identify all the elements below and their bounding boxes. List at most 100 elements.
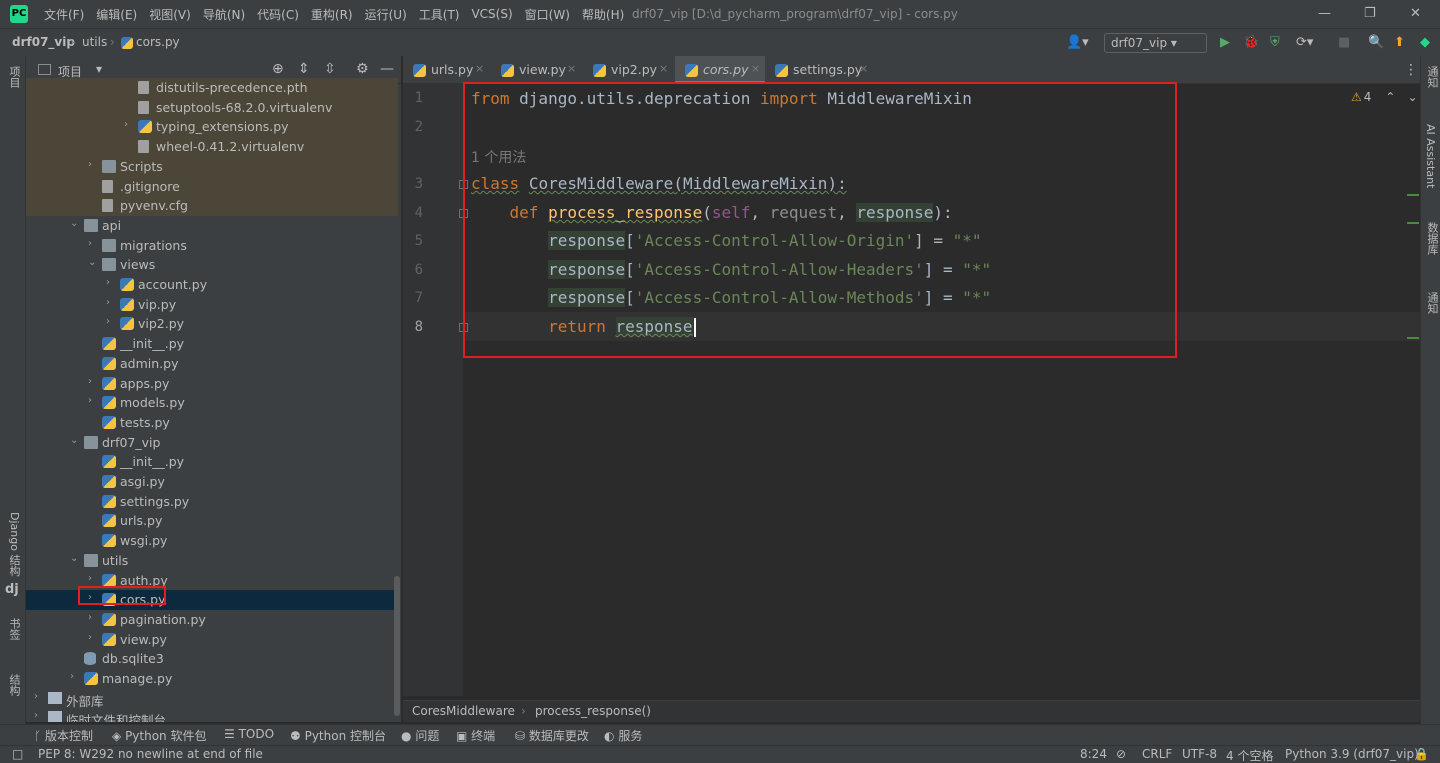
chevron-right-icon[interactable]: › [106,297,110,308]
breadcrumb-method[interactable]: process_response() [535,704,651,718]
nav-crumb-file[interactable]: cors.py [136,35,180,49]
chevron-right-icon[interactable]: › [106,277,110,288]
tree-node[interactable]: __init__.py [26,334,398,354]
update-icon[interactable]: ⬆ [1394,35,1405,50]
django-icon[interactable]: dj [5,582,19,597]
chevron-right-icon[interactable]: › [88,573,92,584]
tree-node[interactable]: › manage.py [26,669,398,689]
tree-node[interactable]: wsgi.py [26,531,398,551]
menu-refactor[interactable]: 重构(R) [311,6,353,23]
menu-help[interactable]: 帮助(H) [582,6,624,23]
run-config-select[interactable]: drf07_vip ▾ [1104,33,1207,53]
gear-icon[interactable]: ⚙ [356,61,369,77]
menu-file[interactable]: 文件(F) [44,6,84,23]
menu-window[interactable]: 窗口(W) [525,6,570,23]
error-stripe-mark[interactable] [1407,337,1419,339]
menu-tools[interactable]: 工具(T) [419,6,460,23]
notifications-tool-button[interactable]: 通知 [1424,292,1440,314]
tree-node[interactable]: __init__.py [26,452,398,472]
terminal-button[interactable]: ▣ 终端 [456,727,495,744]
collapse-all-icon[interactable]: ⇳ [324,61,336,77]
tab-urls[interactable]: urls.py × [403,56,489,84]
line-separator[interactable]: CRLF [1142,747,1172,761]
error-stripe-mark[interactable] [1407,194,1419,196]
tree-node[interactable]: pyvenv.cfg [26,196,398,217]
stop-icon[interactable]: ■ [1338,35,1350,50]
tree-node[interactable]: › 临时文件和控制台 [26,708,398,722]
tab-view[interactable]: view.py × [491,56,579,84]
minimize-button[interactable]: — [1318,6,1331,21]
close-tab-icon[interactable]: × [475,62,484,75]
lock-icon[interactable]: 🔒 [1414,747,1429,761]
python-packages-button[interactable]: ◈ Python 软件包 [112,727,206,744]
database-tool-button[interactable]: 数据库 [1424,222,1440,255]
close-tab-icon[interactable]: × [567,62,576,75]
chevron-right-icon[interactable]: › [70,671,74,682]
hide-panel-icon[interactable]: — [380,61,394,77]
locate-icon[interactable]: ⊕ [272,61,284,77]
chevron-down-icon[interactable]: ⌄ [70,435,78,446]
tree-node[interactable]: ⌄ api [26,216,398,236]
next-highlight-icon[interactable]: ⌄ [1407,90,1417,104]
tree-node[interactable]: › migrations [26,236,398,256]
tree-node[interactable]: › Scripts [26,156,398,177]
expand-all-icon[interactable]: ⇕ [298,61,310,77]
tree-node[interactable]: › vip.py [26,295,398,315]
breadcrumb-class[interactable]: CoresMiddleware [412,704,515,718]
tree-node[interactable]: setuptools-68.2.0.virtualenv [26,97,398,118]
menu-edit[interactable]: 编辑(E) [96,6,137,23]
chevron-right-icon[interactable]: › [124,119,128,130]
nav-crumb-project[interactable]: drf07_vip [12,35,75,49]
version-control-button[interactable]: ᚴ 版本控制 [34,727,93,744]
chevron-down-icon[interactable]: ⌄ [70,553,78,564]
chevron-down-icon[interactable]: ⌄ [70,218,78,229]
jetbrains-icon[interactable]: ◆ [1420,35,1430,50]
menu-navigate[interactable]: 导航(N) [203,6,245,23]
inspection-widget[interactable]: ⚠ 4 ⌃ ⌄ [1351,90,1418,104]
chevron-down-icon[interactable]: ⌄ [88,257,96,268]
tab-vip2[interactable]: vip2.py × [583,56,671,84]
problems-button[interactable]: ● 问题 [401,727,439,744]
chevron-right-icon[interactable]: › [88,395,92,406]
file-encoding[interactable]: UTF-8 [1182,747,1217,761]
tree-node[interactable]: ⌄ utils [26,551,398,571]
close-window-button[interactable]: ✕ [1410,6,1421,21]
chevron-right-icon[interactable]: › [34,691,38,702]
tree-node[interactable]: › typing_extensions.py [26,117,398,138]
notifications-top-button[interactable]: 通知 [1424,66,1440,88]
tree-node[interactable]: tests.py [26,413,398,433]
tree-node[interactable]: › apps.py [26,374,398,394]
tree-node[interactable]: urls.py [26,511,398,531]
services-button[interactable]: ◐ 服务 [604,727,642,744]
tree-node[interactable]: admin.py [26,354,398,374]
tab-settings[interactable]: settings.py × [765,56,875,84]
code-editor[interactable]: 1 2 3 4 5 6 7 8 from django.utils.deprec… [403,82,1420,696]
bookmarks-tool-button[interactable]: 书签 [6,618,22,640]
tree-node[interactable]: ⌄ views [26,255,398,275]
django-structure-tool-button[interactable]: Django 结构 [6,512,22,576]
search-icon[interactable]: 🔍 [1368,35,1384,50]
chevron-right-icon[interactable]: › [88,632,92,643]
menu-run[interactable]: 运行(U) [365,6,407,23]
tree-node[interactable]: settings.py [26,492,398,512]
maximize-button[interactable]: ❐ [1364,6,1376,21]
user-icon[interactable]: 👤▾ [1066,35,1089,50]
error-stripe-mark[interactable] [1407,222,1419,224]
chevron-right-icon[interactable]: › [88,376,92,387]
ai-assistant-tool-button[interactable]: AI Assistant [1424,124,1437,188]
python-interpreter[interactable]: Python 3.9 (drf07_vip) [1285,747,1419,761]
readonly-icon[interactable]: ⊘ [1116,747,1126,761]
coverage-icon[interactable]: ⛨ [1270,35,1280,50]
menu-vcs[interactable]: VCS(S) [471,7,512,21]
chevron-right-icon[interactable]: › [88,612,92,623]
status-message[interactable]: PEP 8: W292 no newline at end of file [38,747,263,761]
close-tab-icon[interactable]: × [659,62,668,75]
prev-highlight-icon[interactable]: ⌃ [1385,90,1395,104]
tree-node[interactable]: distutils-precedence.pth [26,78,398,98]
chevron-right-icon[interactable]: › [88,238,92,249]
nav-crumb-utils[interactable]: utils [82,35,107,49]
profile-icon[interactable]: ⟳▾ [1296,35,1313,50]
structure-tool-button[interactable]: 结构 [6,674,22,696]
tree-node[interactable]: › pagination.py [26,610,398,630]
menu-code[interactable]: 代码(C) [257,6,299,23]
